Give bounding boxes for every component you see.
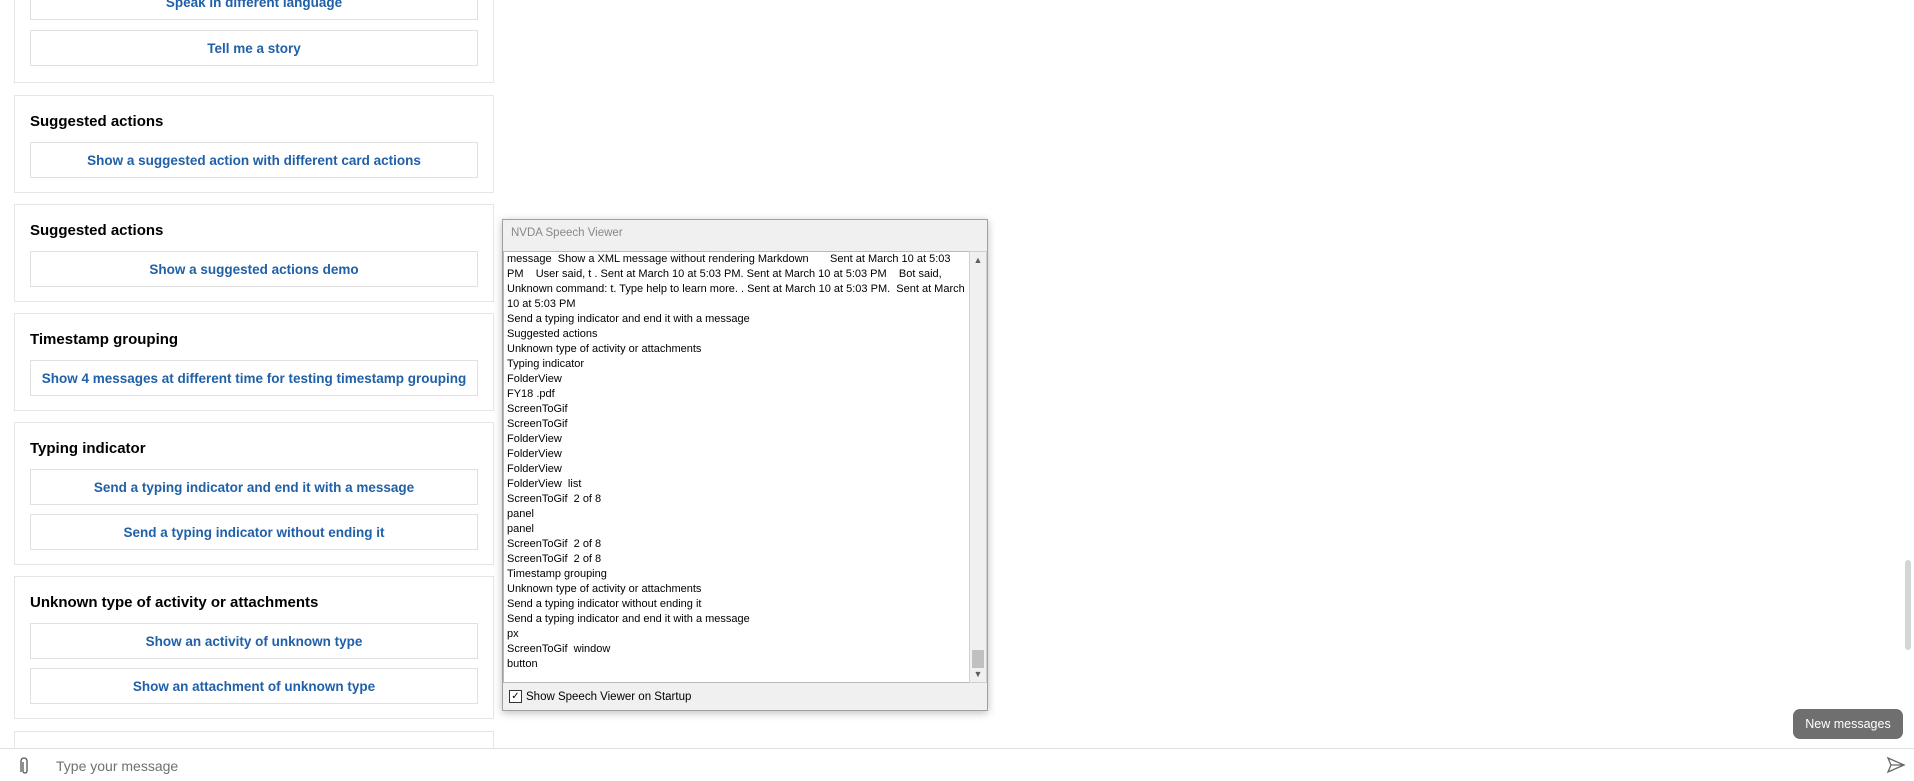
send-icon[interactable]	[1886, 755, 1906, 775]
startup-checkbox-label: Show Speech Viewer on Startup	[526, 690, 692, 703]
card-title: Suggested actions	[30, 113, 164, 130]
message-input[interactable]	[54, 755, 1858, 777]
speech-log[interactable]: message Show a XML message without rende…	[503, 251, 971, 683]
chevron-up-icon[interactable]: ▲	[970, 252, 986, 268]
log-line: Timestamp grouping	[507, 568, 607, 580]
chevron-down-icon[interactable]: ▼	[970, 666, 986, 682]
card-unknown-activity: Unknown type of activity or attachments …	[14, 576, 494, 719]
card-title: Timestamp grouping	[30, 331, 179, 348]
log-line: Unknown type of activity or attachments	[507, 583, 702, 595]
log-line: FolderView	[507, 433, 562, 445]
nvda-speech-viewer-window: NVDA Speech Viewer message Show a XML me…	[502, 219, 988, 711]
startup-checkbox-row[interactable]: ✓ Show Speech Viewer on Startup	[509, 690, 691, 703]
log-line: ScreenToGif 2 of 8	[507, 553, 602, 565]
log-line: ScreenToGif window	[507, 643, 611, 655]
log-line: FolderView	[507, 463, 562, 475]
log-line: FolderView	[507, 373, 562, 385]
log-line: Send a typing indicator and end it with …	[507, 613, 750, 625]
log-line: Typing indicator	[507, 358, 585, 370]
log-scrollbar[interactable]: ▲ ▼	[969, 251, 987, 683]
card-title: Typing indicator	[30, 440, 146, 457]
speak-different-language-button[interactable]: Speak in different language	[30, 0, 478, 20]
log-line: FY18 .pdf	[507, 388, 555, 400]
card-speech: Speak in different language Tell me a st…	[14, 0, 494, 83]
unknown-attachment-button[interactable]: Show an attachment of unknown type	[30, 668, 478, 704]
log-line: panel	[507, 508, 534, 520]
card-title: Suggested actions	[30, 222, 164, 239]
paperclip-icon[interactable]	[15, 756, 33, 776]
card-timestamp-grouping: Timestamp grouping Show 4 messages at di…	[14, 313, 494, 411]
log-line: FolderView	[507, 448, 562, 460]
log-line: button	[507, 658, 538, 670]
log-line: ScreenToGif 2 of 8	[507, 493, 602, 505]
tell-story-button[interactable]: Tell me a story	[30, 30, 478, 66]
new-messages-button[interactable]: New messages	[1793, 709, 1903, 739]
card-suggested-actions-2: Suggested actions Show a suggested actio…	[14, 204, 494, 302]
card-typing-indicator: Typing indicator Send a typing indicator…	[14, 422, 494, 565]
log-line: Send a typing indicator without ending i…	[507, 598, 702, 610]
log-line: ScreenToGif 2 of 8	[507, 538, 602, 550]
card-title: Unknown type of activity or attachments	[30, 594, 319, 611]
log-line: px	[507, 628, 519, 640]
card-suggested-actions-1: Suggested actions Show a suggested actio…	[14, 95, 494, 193]
page-scrollbar-thumb[interactable]	[1905, 560, 1911, 650]
typing-indicator-no-end-button[interactable]: Send a typing indicator without ending i…	[30, 514, 478, 550]
log-line: Suggested actions	[507, 328, 598, 340]
log-line: Send a typing indicator and end it with …	[507, 313, 750, 325]
log-line: ScreenToGif	[507, 403, 568, 415]
window-title: NVDA Speech Viewer	[511, 227, 623, 239]
suggested-action-card-actions-button[interactable]: Show a suggested action with different c…	[30, 142, 478, 178]
log-line: Unknown type of activity or attachments	[507, 343, 702, 355]
log-line: message Show a XML message without rende…	[507, 253, 968, 310]
typing-indicator-end-button[interactable]: Send a typing indicator and end it with …	[30, 469, 478, 505]
suggested-actions-demo-button[interactable]: Show a suggested actions demo	[30, 251, 478, 287]
log-line: FolderView list	[507, 478, 582, 490]
checkbox-checked-icon[interactable]: ✓	[509, 690, 522, 703]
message-composer	[0, 748, 1914, 781]
log-line: ScreenToGif	[507, 418, 568, 430]
log-line: panel	[507, 523, 534, 535]
unknown-activity-button[interactable]: Show an activity of unknown type	[30, 623, 478, 659]
timestamp-grouping-button[interactable]: Show 4 messages at different time for te…	[30, 360, 478, 396]
